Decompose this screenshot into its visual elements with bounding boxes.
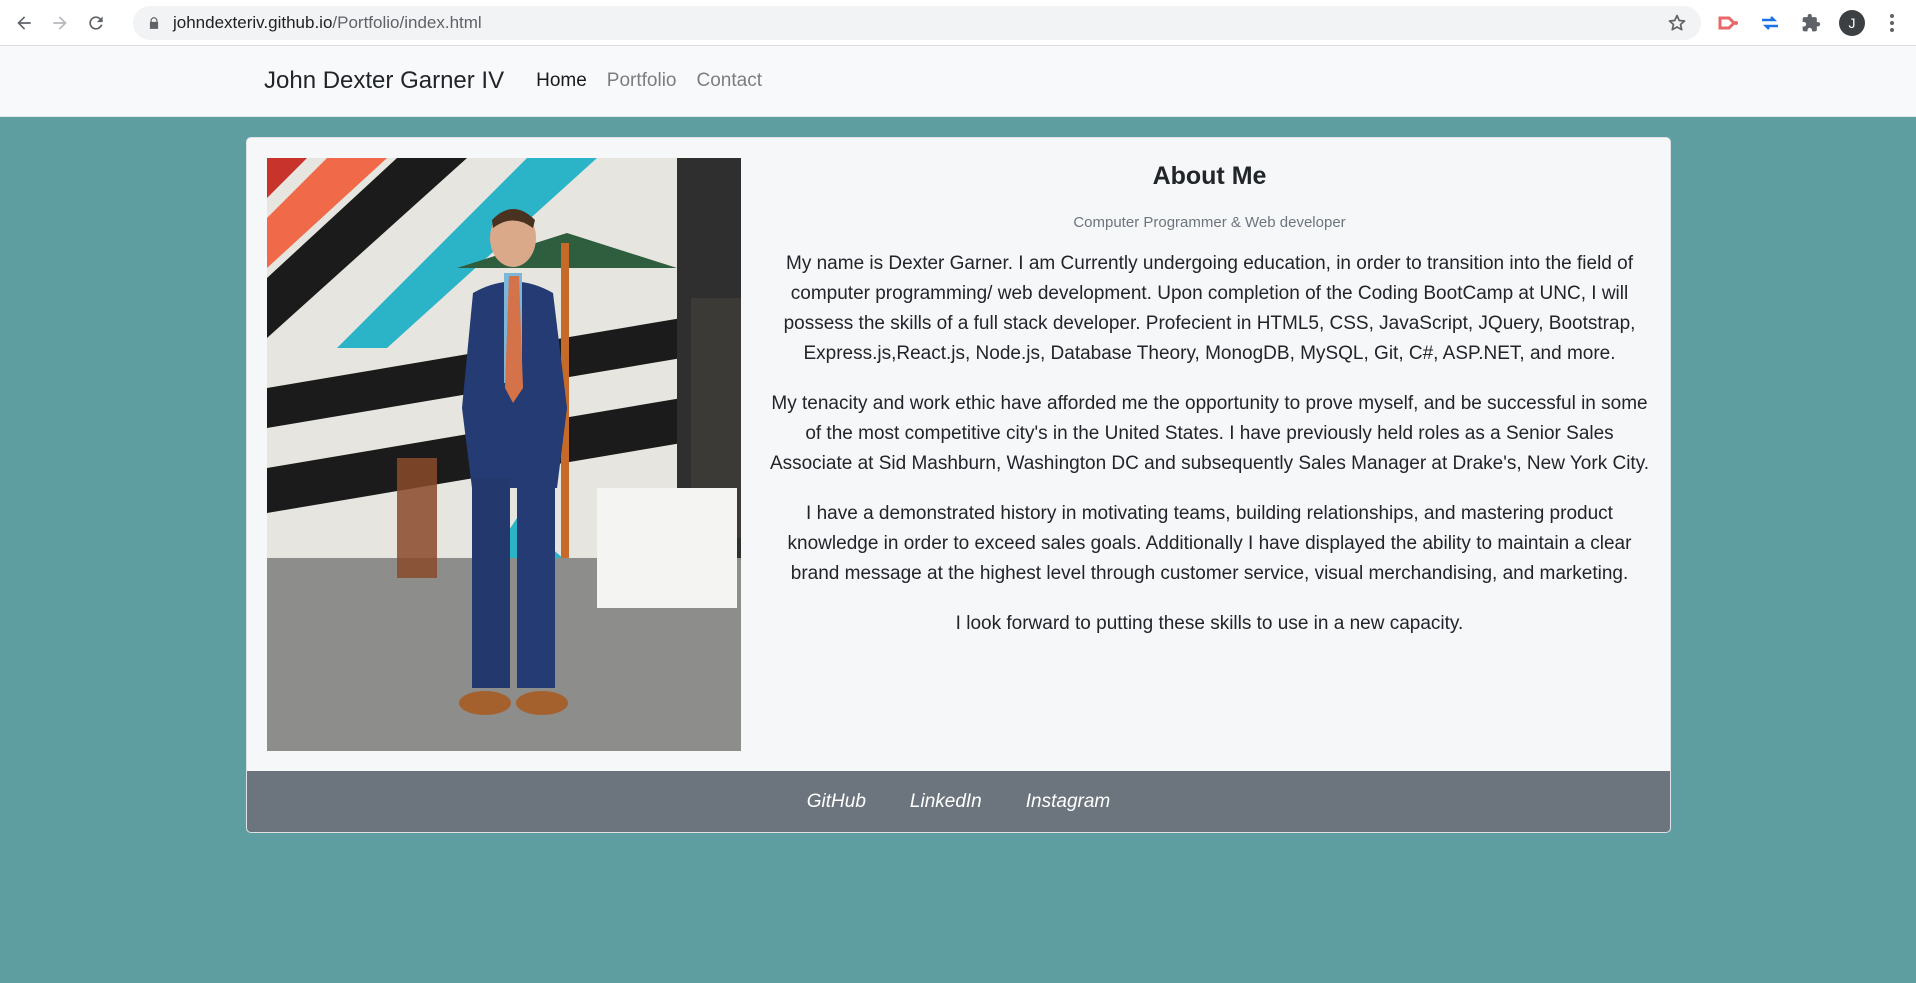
url-host: johndexteriv.github.io — [173, 13, 333, 32]
nav-link-contact[interactable]: Contact — [697, 70, 762, 92]
nav-link-home[interactable]: Home — [536, 70, 587, 92]
profile-photo — [267, 158, 741, 751]
extension-arrows-icon[interactable] — [1758, 11, 1782, 35]
address-bar[interactable]: johndexteriv.github.io/Portfolio/index.h… — [133, 6, 1701, 40]
about-card: About Me Computer Programmer & Web devel… — [246, 137, 1671, 833]
site-navbar: John Dexter Garner IV Home Portfolio Con… — [0, 46, 1916, 117]
nav-link-portfolio[interactable]: Portfolio — [607, 70, 677, 92]
footer-link-github[interactable]: GitHub — [807, 791, 866, 813]
url-path: /Portfolio/index.html — [332, 13, 482, 32]
navbar-links: Home Portfolio Contact — [526, 70, 772, 92]
lock-icon — [149, 17, 159, 29]
url-text: johndexteriv.github.io/Portfolio/index.h… — [173, 13, 482, 33]
profile-avatar[interactable]: J — [1839, 10, 1865, 36]
star-icon[interactable] — [1667, 13, 1687, 33]
puzzle-icon[interactable] — [1799, 11, 1823, 35]
footer-link-linkedin[interactable]: LinkedIn — [910, 791, 982, 813]
navbar-brand[interactable]: John Dexter Garner IV — [264, 67, 504, 95]
about-title: About Me — [1152, 162, 1267, 190]
about-paragraph-3: I have a demonstrated history in motivat… — [787, 503, 1632, 584]
about-paragraph-1: My name is Dexter Garner. I am Currently… — [783, 253, 1636, 364]
about-paragraph-4: I look forward to putting these skills t… — [955, 613, 1464, 634]
about-paragraph-2: My tenacity and work ethic have afforded… — [769, 393, 1650, 474]
about-subtitle: Computer Programmer & Web developer — [1073, 214, 1346, 231]
back-arrow-icon[interactable] — [6, 5, 42, 41]
extension-red-icon[interactable] — [1717, 11, 1741, 35]
menu-kebab-icon[interactable] — [1880, 11, 1904, 35]
browser-toolbar: johndexteriv.github.io/Portfolio/index.h… — [0, 0, 1916, 46]
about-content: About Me Computer Programmer & Web devel… — [767, 158, 1652, 639]
reload-icon[interactable] — [78, 5, 114, 41]
forward-arrow-icon[interactable] — [42, 5, 78, 41]
footer-link-instagram[interactable]: Instagram — [1026, 791, 1110, 813]
card-footer: GitHub LinkedIn Instagram — [247, 771, 1670, 832]
